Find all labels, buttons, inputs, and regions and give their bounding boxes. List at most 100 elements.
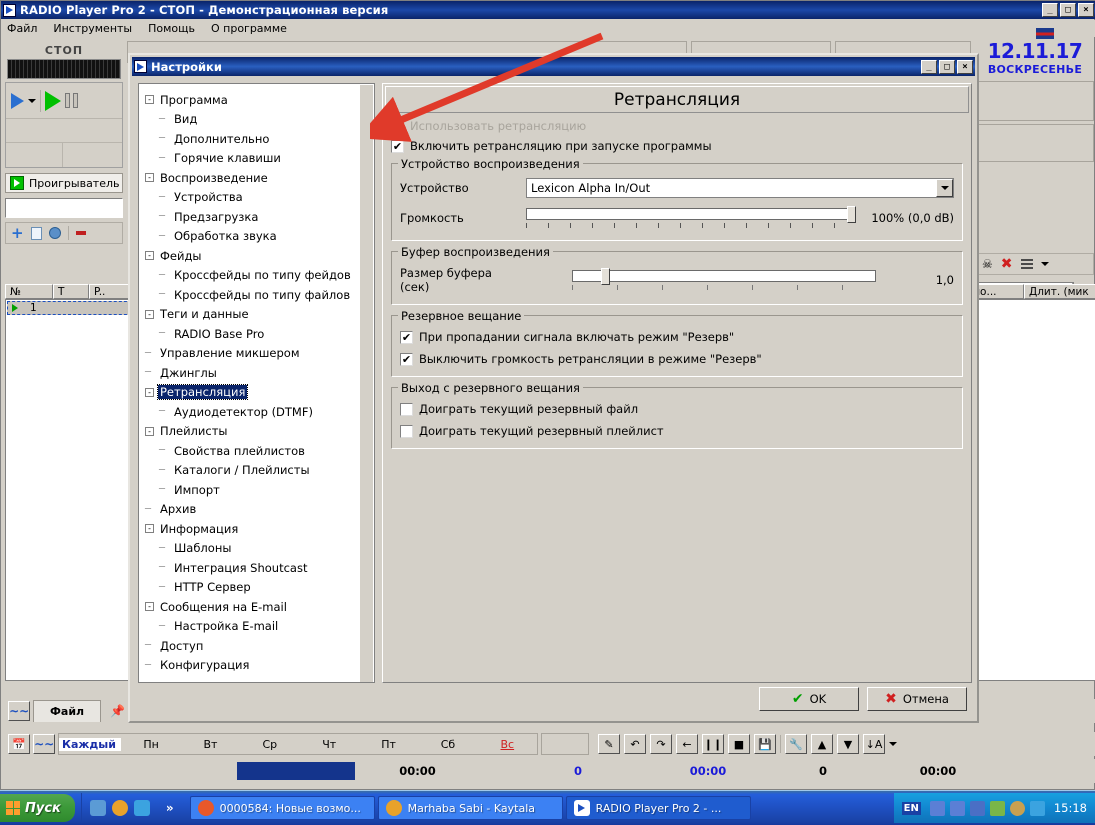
toolbar-chevron-down-icon[interactable] [1040,262,1049,266]
overflow-chevron-icon[interactable]: » [166,801,174,815]
network-icon-3[interactable] [969,800,985,816]
sync-icon[interactable] [1029,800,1045,816]
tree-item-12[interactable]: ─ RADIO Base Pro [145,324,374,344]
tree-item-22[interactable]: - Информация [145,519,374,539]
quicklaunch-icon-2[interactable] [111,800,128,816]
tree-item-19[interactable]: ─ Каталоги / Плейлисты [145,461,374,481]
tree-item-16[interactable]: ─ Аудиодетектор (DTMF) [145,402,374,422]
tree-item-26[interactable]: - Сообщения на E-mail [145,597,374,617]
tree-item-23[interactable]: ─ Шаблоны [145,539,374,559]
language-indicator[interactable]: EN [901,801,921,815]
exit-reserve-item-0[interactable]: Доиграть текущий резервный файл [400,402,954,416]
tree-item-0[interactable]: - Программа [145,90,374,110]
tree-item-1[interactable]: ─ Вид [145,110,374,130]
save-icon[interactable]: 💾 [754,734,776,754]
move-down-icon[interactable]: ▼ [837,734,859,754]
tree-item-5[interactable]: ─ Устройства [145,188,374,208]
volume-slider[interactable] [526,206,856,230]
tree-item-28[interactable]: ─ Доступ [145,636,374,656]
tree-toggle-icon[interactable]: - [145,251,154,261]
tab-player[interactable]: Проигрыватель [5,173,123,193]
quicklaunch-icon-3[interactable] [133,800,150,816]
day-tab-mon[interactable]: Пн [121,738,180,751]
wave-button-1[interactable]: ∼∼ [8,701,30,721]
taskbar-clock[interactable]: 15:18 [1054,801,1087,815]
tree-item-21[interactable]: ─ Архив [145,500,374,520]
tree-item-14[interactable]: ─ Джинглы [145,363,374,383]
tree-item-9[interactable]: ─ Кроссфейды по типу фейдов [145,266,374,286]
tree-item-27[interactable]: ─ Настройка E-mail [145,617,374,637]
playlist-search-input[interactable] [5,198,123,218]
pause-icon[interactable] [65,93,78,108]
edit-icon[interactable]: ✎ [598,734,620,754]
tree-item-15[interactable]: - Ретрансляция [145,383,374,403]
tree-toggle-icon[interactable]: - [145,524,154,534]
play-icon[interactable] [45,90,61,111]
tools-icon[interactable]: 🔧 [785,734,807,754]
tree-item-18[interactable]: ─ Свойства плейлистов [145,441,374,461]
tree-item-11[interactable]: - Теги и данные [145,305,374,325]
tree-item-3[interactable]: ─ Горячие клавиши [145,149,374,169]
reserve-checkbox-0[interactable]: ✔ [400,330,413,344]
table-row[interactable]: 1 [7,301,132,315]
exit-reserve-item-1[interactable]: Доиграть текущий резервный плейлист [400,424,954,438]
reserve-item-1[interactable]: ✔ Выключить громкость ретрансляции в реж… [400,352,954,366]
chevron-down-icon[interactable] [28,98,36,103]
day-tab-every[interactable]: Каждый [59,737,122,751]
sort-az-icon[interactable]: ↓A [863,734,885,754]
delete-icon[interactable]: ✖ [1001,257,1013,271]
update-icon[interactable] [989,800,1005,816]
day-tab-thu[interactable]: Чт [300,738,359,751]
tree-item-2[interactable]: ─ Дополнительно [145,129,374,149]
quicklaunch-icon-1[interactable] [89,800,106,816]
tree-item-24[interactable]: ─ Интеграция Shoutcast [145,558,374,578]
pause-small-icon[interactable]: ❙❙ [702,734,724,754]
close-button[interactable]: × [1078,3,1094,17]
exit-reserve-checkbox-1[interactable] [400,424,413,438]
column-p[interactable]: P.. [89,284,131,299]
taskbar-item-1[interactable]: Marhaba Sabi - Kaytala [377,796,563,820]
day-tab-tue[interactable]: Вт [181,738,240,751]
tab-file[interactable]: Файл [33,700,102,722]
globe-icon[interactable] [48,227,61,239]
tree-item-10[interactable]: ─ Кроссфейды по типу файлов [145,285,374,305]
menu-item-about[interactable]: О программе [211,22,287,35]
tree-item-13[interactable]: ─ Управление микшером [145,344,374,364]
buffer-slider[interactable] [572,268,876,292]
menu-item-file[interactable]: Файл [7,22,37,35]
maximize-button[interactable]: □ [1060,3,1076,17]
wave-button-2[interactable]: ∼∼ [33,734,55,754]
network-icon-2[interactable] [949,800,965,816]
day-tab-wed[interactable]: Ср [240,738,299,751]
reserve-item-0[interactable]: ✔ При пропадании сигнала включать режим … [400,330,954,344]
cancel-button[interactable]: ✖ Отмена [867,687,967,711]
pin-icon[interactable]: 📌 [110,704,125,718]
column-number[interactable]: № [5,284,53,299]
copy-icon[interactable] [30,226,42,240]
add-icon[interactable]: + [11,225,24,241]
tree-toggle-icon[interactable]: - [145,387,154,397]
tree-toggle-icon[interactable]: - [145,426,154,436]
tree-toggle-icon[interactable]: - [145,309,154,319]
tree-item-20[interactable]: ─ Импорт [145,480,374,500]
undo-icon[interactable]: ↶ [624,734,646,754]
taskbar-item-0[interactable]: 0000584: Новые возмо... [189,796,375,820]
day-tab-sat[interactable]: Сб [418,738,477,751]
dialog-minimize-button[interactable]: _ [921,59,937,74]
tree-toggle-icon[interactable]: - [145,602,154,612]
move-up-icon[interactable]: ▲ [811,734,833,754]
checkbox-row-start-relay[interactable]: ✔ Включить ретрансляцию при запуске прог… [391,139,971,153]
tree-item-8[interactable]: - Фейды [145,246,374,266]
redo-icon[interactable]: ↷ [650,734,672,754]
tree-item-17[interactable]: - Плейлисты [145,422,374,442]
start-relay-checkbox[interactable]: ✔ [391,139,404,153]
tree-item-7[interactable]: ─ Обработка звука [145,227,374,247]
day-tab-fri[interactable]: Пт [359,738,418,751]
column-duration[interactable]: Длит. (мик [1024,284,1095,299]
tree-toggle-icon[interactable]: - [145,173,154,183]
network-icon-1[interactable] [929,800,945,816]
calendar-button[interactable]: 📅 [8,734,30,754]
column-t[interactable]: T [53,284,89,299]
tree-scrollbar[interactable] [360,85,373,682]
ok-button[interactable]: ✔ OK [759,687,859,711]
